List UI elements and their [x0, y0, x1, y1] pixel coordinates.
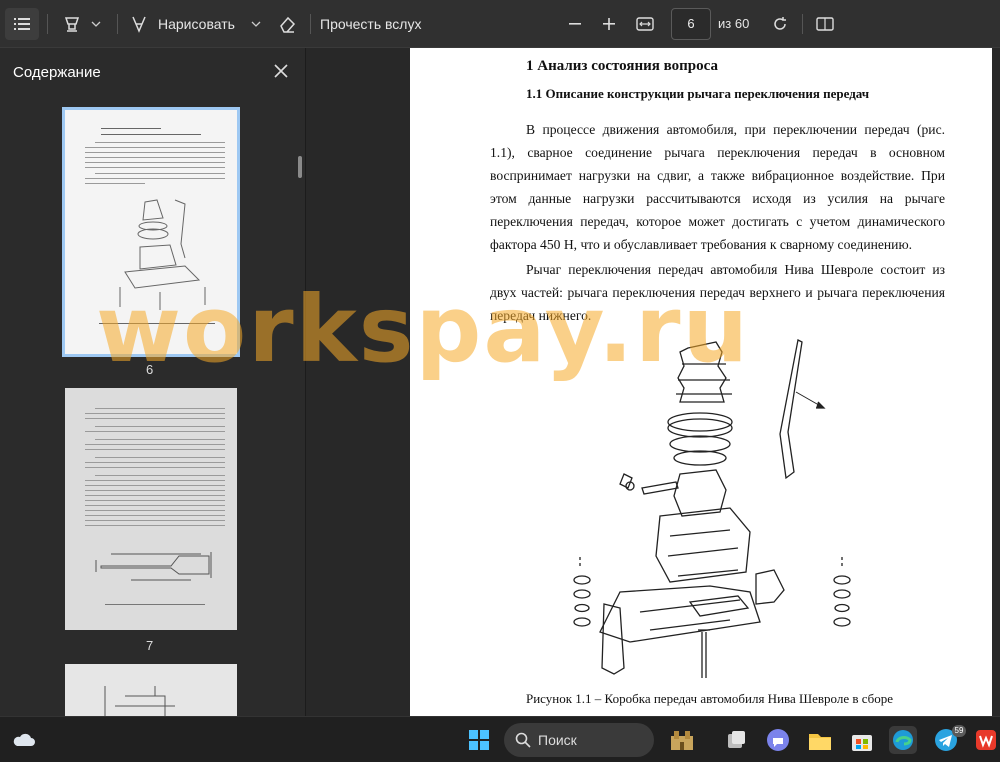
drawing-thumbnail — [104, 686, 175, 716]
taskbar-search-box[interactable]: Поиск — [504, 723, 654, 757]
task-view-button[interactable] — [722, 726, 750, 754]
minus-icon — [569, 23, 581, 25]
erase-button[interactable] — [274, 8, 300, 40]
taskbar: 59 — [0, 716, 1000, 762]
thumbnail-page-8[interactable] — [65, 664, 237, 716]
start-button[interactable] — [465, 726, 493, 754]
windows-icon — [469, 730, 489, 750]
chevron-down-icon — [251, 21, 261, 27]
close-contents-button[interactable] — [270, 60, 292, 82]
highlight-options-button[interactable] — [88, 8, 104, 40]
page-count: из 60 — [718, 16, 750, 31]
contents-title: Содержание — [13, 64, 101, 81]
store-icon — [852, 735, 872, 751]
lever-drawing-thumbnail — [95, 552, 212, 581]
read-aloud-button[interactable]: Прочесть вслух — [320, 8, 424, 40]
subsection-heading: 1.1 Описание конструкции рычага переключ… — [526, 86, 870, 101]
read-aloud-label: Прочесть вслух — [320, 16, 422, 32]
page-view-button[interactable] — [812, 8, 838, 40]
wps-office-app[interactable] — [972, 726, 1000, 754]
chevron-down-icon — [91, 21, 101, 27]
figure-caption: Рисунок 1.1 – Коробка передач автомобиля… — [526, 691, 894, 706]
weather-widget[interactable] — [10, 726, 38, 754]
fit-width-icon — [636, 17, 654, 31]
thumbnail-page-7[interactable] — [65, 388, 237, 630]
telegram-unread-badge: 59 — [952, 725, 966, 737]
folder-icon — [809, 734, 831, 750]
highlight-button[interactable] — [60, 8, 84, 40]
plus-icon — [603, 18, 615, 30]
draw-options-button[interactable] — [248, 8, 264, 40]
fit-page-button[interactable] — [632, 8, 658, 40]
task-view-icon — [728, 731, 745, 748]
pdf-toolbar: Нарисовать Прочесть вслух 6 из 60 — [0, 0, 1000, 48]
thumbnail-label-7: 7 — [146, 638, 154, 653]
file-explorer-app[interactable] — [806, 726, 834, 754]
store-app[interactable] — [848, 726, 876, 754]
contents-scrollbar[interactable] — [298, 156, 302, 178]
cloud-icon — [13, 733, 36, 746]
draw-label: Нарисовать — [158, 16, 235, 32]
search-icon — [515, 732, 531, 748]
contents-toggle-button[interactable] — [5, 8, 39, 40]
widgets-app-icon[interactable] — [668, 726, 696, 754]
rotate-icon — [774, 17, 786, 30]
close-icon — [274, 64, 288, 78]
draw-button[interactable]: Нарисовать — [130, 8, 255, 40]
watermark-text: workspay.ru — [96, 276, 750, 383]
section-heading: 1 Анализ состояния вопроса — [526, 58, 718, 74]
zoom-out-button[interactable] — [564, 8, 586, 40]
zoom-in-button[interactable] — [598, 8, 620, 40]
edge-icon — [893, 730, 913, 750]
edge-browser-app[interactable] — [889, 726, 917, 754]
search-placeholder: Поиск — [538, 732, 577, 748]
pen-icon — [132, 16, 146, 33]
list-icon — [14, 18, 30, 30]
castle-icon — [671, 731, 693, 750]
rotate-button[interactable] — [767, 8, 793, 40]
two-page-icon — [816, 17, 834, 31]
page-number-input[interactable]: 6 — [671, 8, 711, 40]
eraser-icon — [280, 16, 296, 33]
paragraph-1: В процессе движения автомобиля, при пере… — [490, 122, 945, 252]
teams-app[interactable] — [764, 726, 792, 754]
wps-icon — [976, 730, 996, 750]
highlighter-icon — [64, 17, 80, 32]
gearbox-assembly-drawing — [573, 339, 851, 678]
chat-icon — [767, 729, 789, 751]
